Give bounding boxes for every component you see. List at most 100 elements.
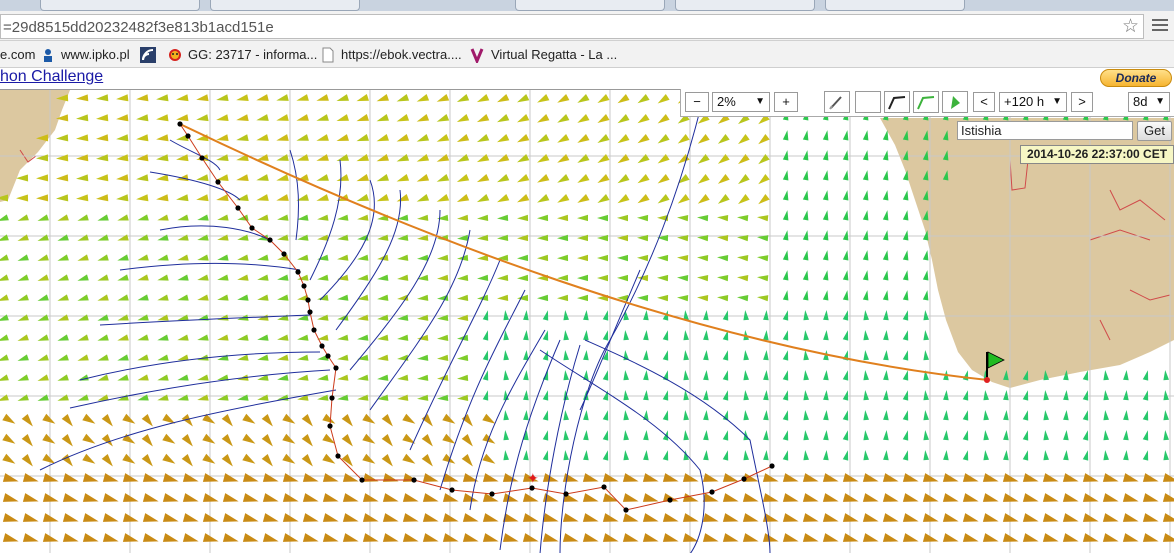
- time-next-button[interactable]: >: [1071, 92, 1093, 112]
- blank-tool-button[interactable]: [855, 91, 881, 113]
- wind-arrow: [842, 330, 849, 341]
- route-tool-button[interactable]: [884, 91, 910, 113]
- wind-arrow: [1022, 473, 1039, 482]
- wind-arrow: [116, 94, 129, 102]
- browser-tab[interactable]: [210, 0, 360, 11]
- browser-tab[interactable]: [825, 0, 965, 11]
- wind-arrow: [862, 493, 879, 502]
- wind-arrow: [142, 493, 159, 502]
- wind-arrow: [617, 114, 630, 124]
- wind-arrow: [356, 94, 369, 102]
- time-prev-button[interactable]: <: [973, 92, 995, 112]
- browser-tab[interactable]: [675, 0, 815, 11]
- route-green-tool-button[interactable]: [913, 91, 939, 113]
- wind-arrow: [56, 154, 69, 162]
- wind-arrow: [142, 513, 159, 522]
- wind-arrow: [637, 114, 650, 124]
- wind-arrow: [563, 330, 569, 341]
- weather-routing-map[interactable]: ✦: [0, 89, 1174, 553]
- wind-arrow: [237, 354, 249, 361]
- bookmark-item[interactable]: e.com: [0, 45, 35, 64]
- flag-tool-button[interactable]: [942, 91, 968, 113]
- wind-arrow: [356, 134, 369, 142]
- wind-arrow: [597, 154, 610, 163]
- wind-arrow: [442, 433, 456, 444]
- wind-arrow: [82, 413, 96, 424]
- wind-arrow: [57, 234, 69, 241]
- wind-arrow: [922, 533, 939, 542]
- wind-arrow: [176, 94, 189, 102]
- wind-arrow: [197, 294, 209, 301]
- wind-arrow: [296, 114, 309, 121]
- wind-arrow: [196, 174, 209, 182]
- location-search-input[interactable]: Istishia: [957, 121, 1133, 140]
- page-title-link[interactable]: hon Challenge: [0, 68, 103, 86]
- wind-arrow: [1142, 390, 1149, 401]
- track-point: [741, 476, 747, 482]
- bookmark-ebok[interactable]: https://ebok.vectra....: [320, 45, 462, 64]
- wind-arrow: [782, 533, 799, 542]
- wind-arrow: [802, 190, 809, 201]
- bookmark-ipko[interactable]: www.ipko.pl: [40, 45, 130, 64]
- wind-arrow: [623, 370, 629, 381]
- browser-tab[interactable]: [515, 0, 665, 11]
- wind-arrow: [117, 254, 129, 261]
- zoom-out-button[interactable]: −: [685, 92, 709, 112]
- wind-arrow: [503, 410, 509, 421]
- bookmark-star-icon[interactable]: ☆: [1122, 17, 1139, 37]
- wind-arrow: [563, 450, 569, 461]
- wind-arrow: [61, 414, 73, 427]
- wind-arrow: [476, 94, 490, 103]
- bookmark-gg[interactable]: GG: 23717 - informa...: [167, 45, 317, 64]
- range-select[interactable]: 8d ▼: [1128, 92, 1170, 112]
- wind-arrow: [242, 493, 259, 502]
- get-button[interactable]: Get: [1137, 121, 1172, 141]
- wind-arrow: [842, 210, 849, 221]
- wind-arrow: [177, 274, 189, 281]
- green-arrow-icon: [951, 96, 960, 109]
- wind-arrow: [582, 473, 599, 482]
- wind-arrow: [336, 154, 349, 161]
- wind-arrow: [122, 493, 139, 502]
- wind-arrow: [722, 390, 729, 401]
- wind-arrow: [802, 290, 809, 301]
- wind-arrow: [482, 370, 489, 381]
- wind-arrow: [456, 134, 470, 142]
- zoom-in-button[interactable]: +: [774, 92, 798, 112]
- wind-arrow: [662, 410, 669, 421]
- wind-arrow: [362, 413, 376, 424]
- wind-arrow: [237, 334, 249, 341]
- pen-tool-button[interactable]: [824, 91, 850, 113]
- wind-arrow: [376, 114, 389, 122]
- wind-arrow: [117, 314, 129, 321]
- wind-arrow: [1002, 513, 1019, 522]
- wind-arrow: [157, 214, 169, 221]
- url-field[interactable]: =29d8515dd20232482f3e813b1acd151e ☆: [0, 14, 1144, 39]
- zoom-select[interactable]: 2% ▼: [712, 92, 770, 112]
- forecast-hour-select[interactable]: +120 h ▼: [999, 92, 1067, 112]
- wind-arrow: [357, 254, 369, 261]
- map-canvas[interactable]: ✦: [0, 90, 1174, 553]
- wind-arrow: [863, 350, 869, 361]
- wind-arrow: [256, 174, 269, 181]
- wind-arrow: [557, 254, 569, 262]
- donate-button[interactable]: Donate: [1100, 69, 1172, 87]
- wind-arrow: [702, 513, 719, 522]
- wind-arrow: [577, 274, 588, 282]
- bookmark-virtual-regatta[interactable]: Virtual Regatta - La ...: [470, 45, 617, 64]
- wind-arrow: [382, 513, 399, 522]
- wind-arrow: [602, 330, 609, 341]
- browser-tab[interactable]: [40, 0, 200, 11]
- wind-arrow: [863, 450, 869, 461]
- wind-arrow: [337, 374, 349, 381]
- wind-arrow: [942, 473, 959, 482]
- wind-arrow: [622, 493, 639, 502]
- wind-arrow: [622, 533, 639, 542]
- wind-arrow: [602, 310, 609, 321]
- wind-arrow: [842, 473, 859, 482]
- wind-arrow: [743, 350, 749, 361]
- wind-arrow: [497, 154, 510, 163]
- bookmark-signal[interactable]: [140, 45, 161, 64]
- browser-menu-icon[interactable]: [1152, 19, 1168, 33]
- wind-arrow: [782, 430, 789, 441]
